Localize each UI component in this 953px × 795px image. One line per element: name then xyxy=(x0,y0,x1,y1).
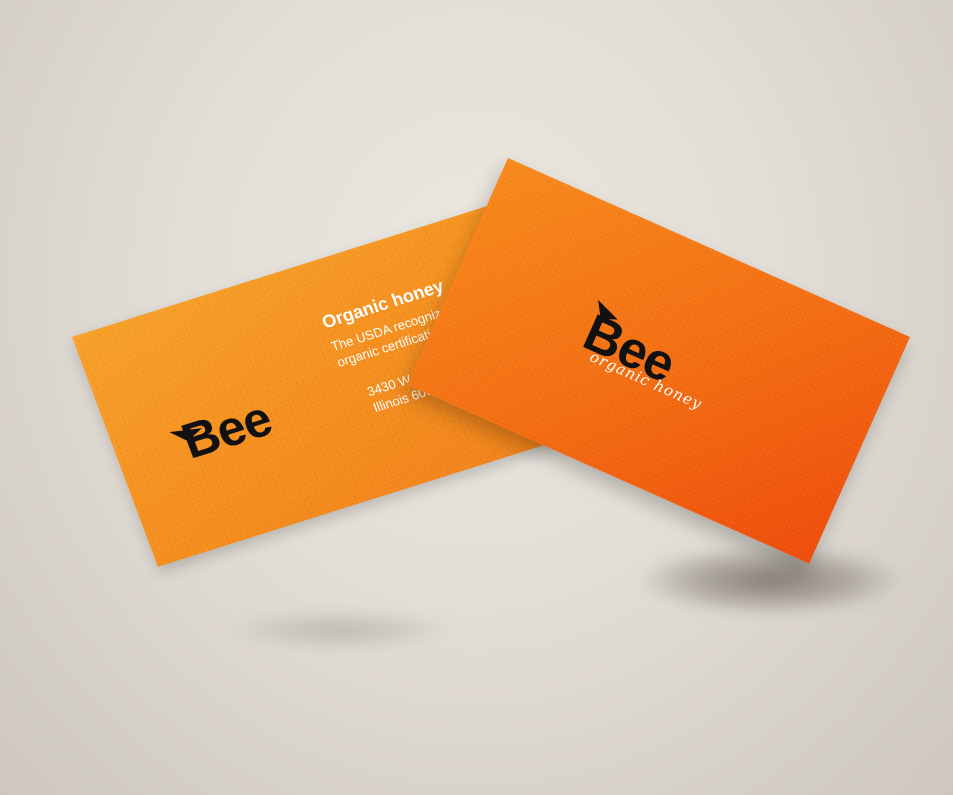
card-shadow-front xyxy=(640,545,900,615)
business-card-front: Bee organic honey xyxy=(407,158,910,564)
mockup-scene: Bee Organic honey The USDA recognizes or… xyxy=(0,0,953,795)
bee-logo: Bee xyxy=(174,390,279,470)
card-shadow-back xyxy=(230,610,450,650)
